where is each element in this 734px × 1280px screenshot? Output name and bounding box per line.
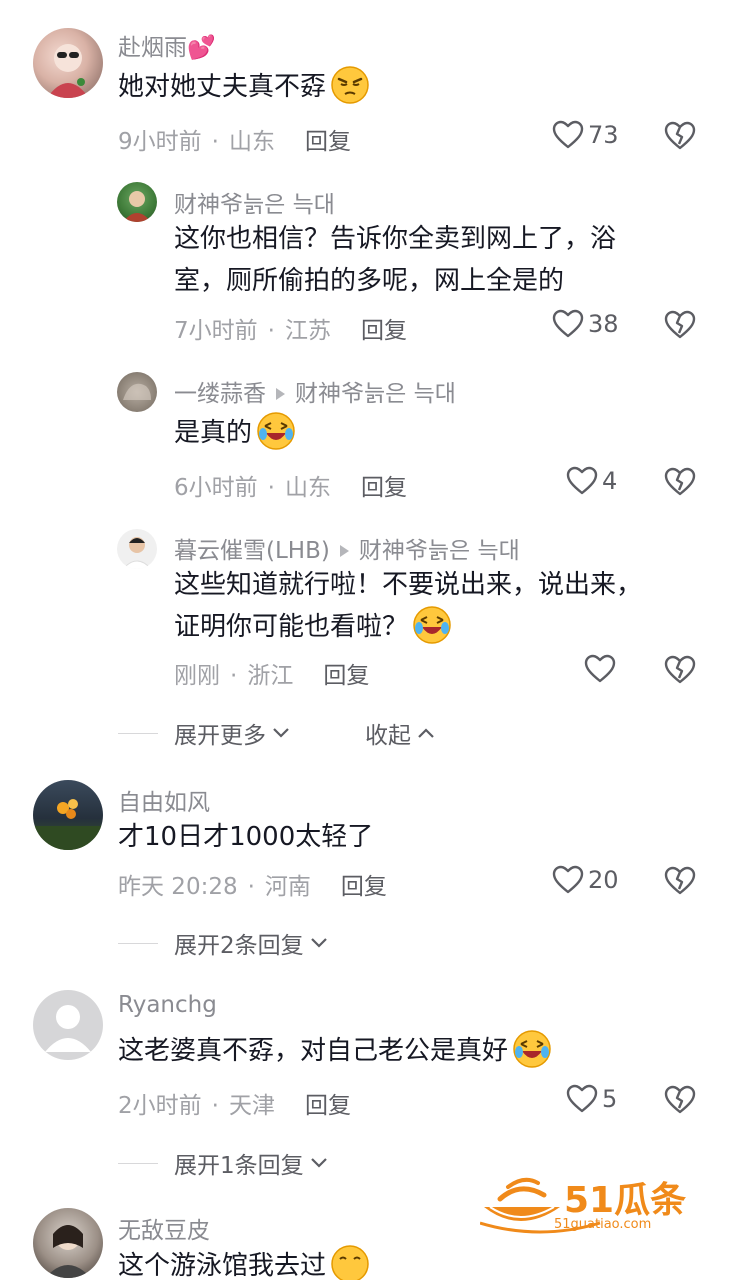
avatar[interactable] [117, 182, 157, 222]
avatar[interactable] [117, 372, 157, 412]
avatar[interactable] [33, 780, 103, 850]
like-button[interactable] [584, 654, 616, 684]
default-avatar-icon [45, 1005, 91, 1052]
comment-meta: 7小时前 · 江苏 回复 [174, 318, 407, 344]
comment-meta: 9小时前 · 山东 回复 [118, 129, 351, 155]
divider [118, 732, 158, 734]
comment-text: 才10日才1000太轻了 [118, 822, 374, 852]
laughing-crying-emoji-icon [513, 1029, 551, 1068]
reply-button[interactable]: 回复 [305, 1093, 351, 1119]
username[interactable]: 赴烟雨💕 [118, 28, 216, 62]
chevron-down-icon [310, 938, 327, 948]
like-count: 73 [588, 121, 619, 149]
comment-text: 她对她丈夫真不孬 [118, 65, 370, 108]
avatar[interactable] [33, 1208, 103, 1278]
expand-more-button[interactable]: 展开更多 [118, 716, 290, 750]
heart-icon [552, 120, 584, 149]
reply-button[interactable]: 回复 [361, 475, 407, 501]
avatar[interactable] [33, 28, 103, 98]
broken-heart-icon[interactable] [664, 654, 696, 686]
broken-heart-icon[interactable] [664, 865, 696, 897]
collapse-button[interactable]: 收起 [365, 716, 435, 750]
like-button[interactable]: 38 [552, 309, 619, 339]
username: 暮云催雪(LHB) 财神爷늙은 늑대 [174, 538, 520, 564]
comment-meta: 刚刚 · 浙江 回复 [174, 663, 370, 689]
like-count: 20 [588, 866, 619, 894]
heart-icon [552, 309, 584, 338]
watermark-brand: 51瓜条 [564, 1180, 687, 1221]
reply-button[interactable]: 回复 [361, 318, 407, 344]
like-count: 5 [602, 1085, 618, 1113]
comment-meta: 昨天 20:28 · 河南 回复 [118, 874, 387, 900]
divider [118, 1162, 158, 1164]
broken-heart-icon[interactable] [664, 1084, 696, 1116]
reply-button[interactable]: 回复 [323, 663, 369, 689]
comment-text: 是真的 [174, 411, 296, 454]
smug-emoji-icon [331, 65, 369, 104]
heart-icon [552, 865, 584, 894]
heart-icon [566, 466, 598, 495]
like-button[interactable]: 4 [566, 466, 617, 496]
reply-button[interactable]: 回复 [341, 874, 387, 900]
reply-button[interactable]: 回复 [305, 129, 351, 155]
broken-heart-icon[interactable] [664, 309, 696, 341]
like-count: 4 [602, 467, 618, 495]
reply-arrow-icon [276, 387, 285, 400]
broken-heart-icon[interactable] [664, 466, 696, 498]
username[interactable]: 无敌豆皮 [118, 1211, 210, 1245]
comment-text: 这些知道就行啦！不要说出来，说出来， 证明你可能也看啦？ [174, 564, 642, 648]
chevron-down-icon [310, 1158, 327, 1168]
reply-arrow-icon [339, 544, 349, 557]
chevron-up-icon [418, 728, 434, 738]
chevron-down-icon [273, 728, 289, 738]
comment-meta: 2小时前 · 天津 回复 [118, 1093, 351, 1119]
like-button[interactable]: 73 [552, 120, 619, 150]
heart-icon [566, 1084, 598, 1113]
like-button[interactable]: 20 [552, 865, 619, 895]
heart-icon [584, 654, 616, 683]
divider [118, 942, 158, 944]
username[interactable]: 自由如风 [118, 783, 210, 817]
avatar[interactable] [117, 529, 157, 569]
broken-heart-icon[interactable] [664, 120, 696, 152]
username[interactable]: 财神爷늙은 늑대 [174, 185, 335, 219]
laughing-crying-emoji-icon [413, 605, 451, 644]
avatar[interactable] [33, 990, 103, 1060]
comment-text: 这个游泳馆我去过 [118, 1244, 370, 1280]
expand-replies-button[interactable]: 展开2条回复 [118, 926, 328, 960]
comment-meta: 6小时前 · 山东 回复 [174, 475, 407, 501]
grinning-emoji-icon [331, 1244, 369, 1280]
watermark-logo: 51瓜条 51guatiao.com [479, 1165, 710, 1245]
username[interactable]: Ryanchg [118, 992, 217, 1018]
laughing-crying-emoji-icon [257, 411, 295, 450]
expand-replies-button[interactable]: 展开1条回复 [118, 1146, 328, 1180]
like-count: 38 [588, 310, 619, 338]
username: 一缕蒜香 财神爷늙은 늑대 [174, 381, 456, 407]
comment-text: 这你也相信？告诉你全卖到网上了，浴 室，厕所偷拍的多呢，网上全是的 [174, 224, 617, 296]
like-button[interactable]: 5 [566, 1084, 617, 1114]
watermark-url: 51guatiao.com [554, 1217, 652, 1232]
comment-text: 这老婆真不孬，对自己老公是真好 [118, 1029, 552, 1072]
